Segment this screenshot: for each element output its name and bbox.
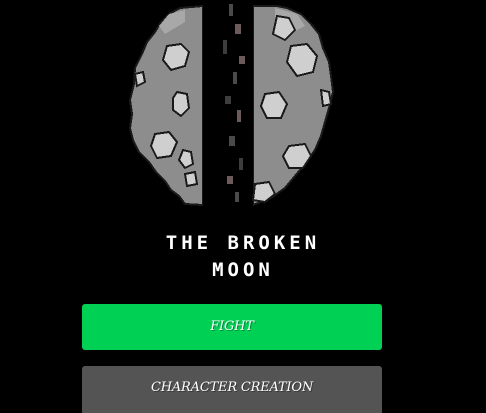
game-title-line-1: THE BROKEN — [165, 232, 321, 254]
crater — [183, 170, 199, 188]
game-title: THE BROKEN MOON — [0, 230, 486, 284]
crater — [319, 88, 333, 108]
crater — [161, 42, 191, 72]
fight-button[interactable]: FIGHT — [82, 304, 382, 350]
crater — [281, 142, 313, 169]
game-title-line-2: MOON — [212, 259, 274, 281]
broken-moon-icon — [128, 0, 335, 210]
character-creation-button[interactable]: CHARACTER CREATION — [82, 366, 382, 413]
character-creation-button-label: CHARACTER CREATION — [150, 380, 314, 395]
fight-button-label: FIGHT — [210, 319, 254, 334]
